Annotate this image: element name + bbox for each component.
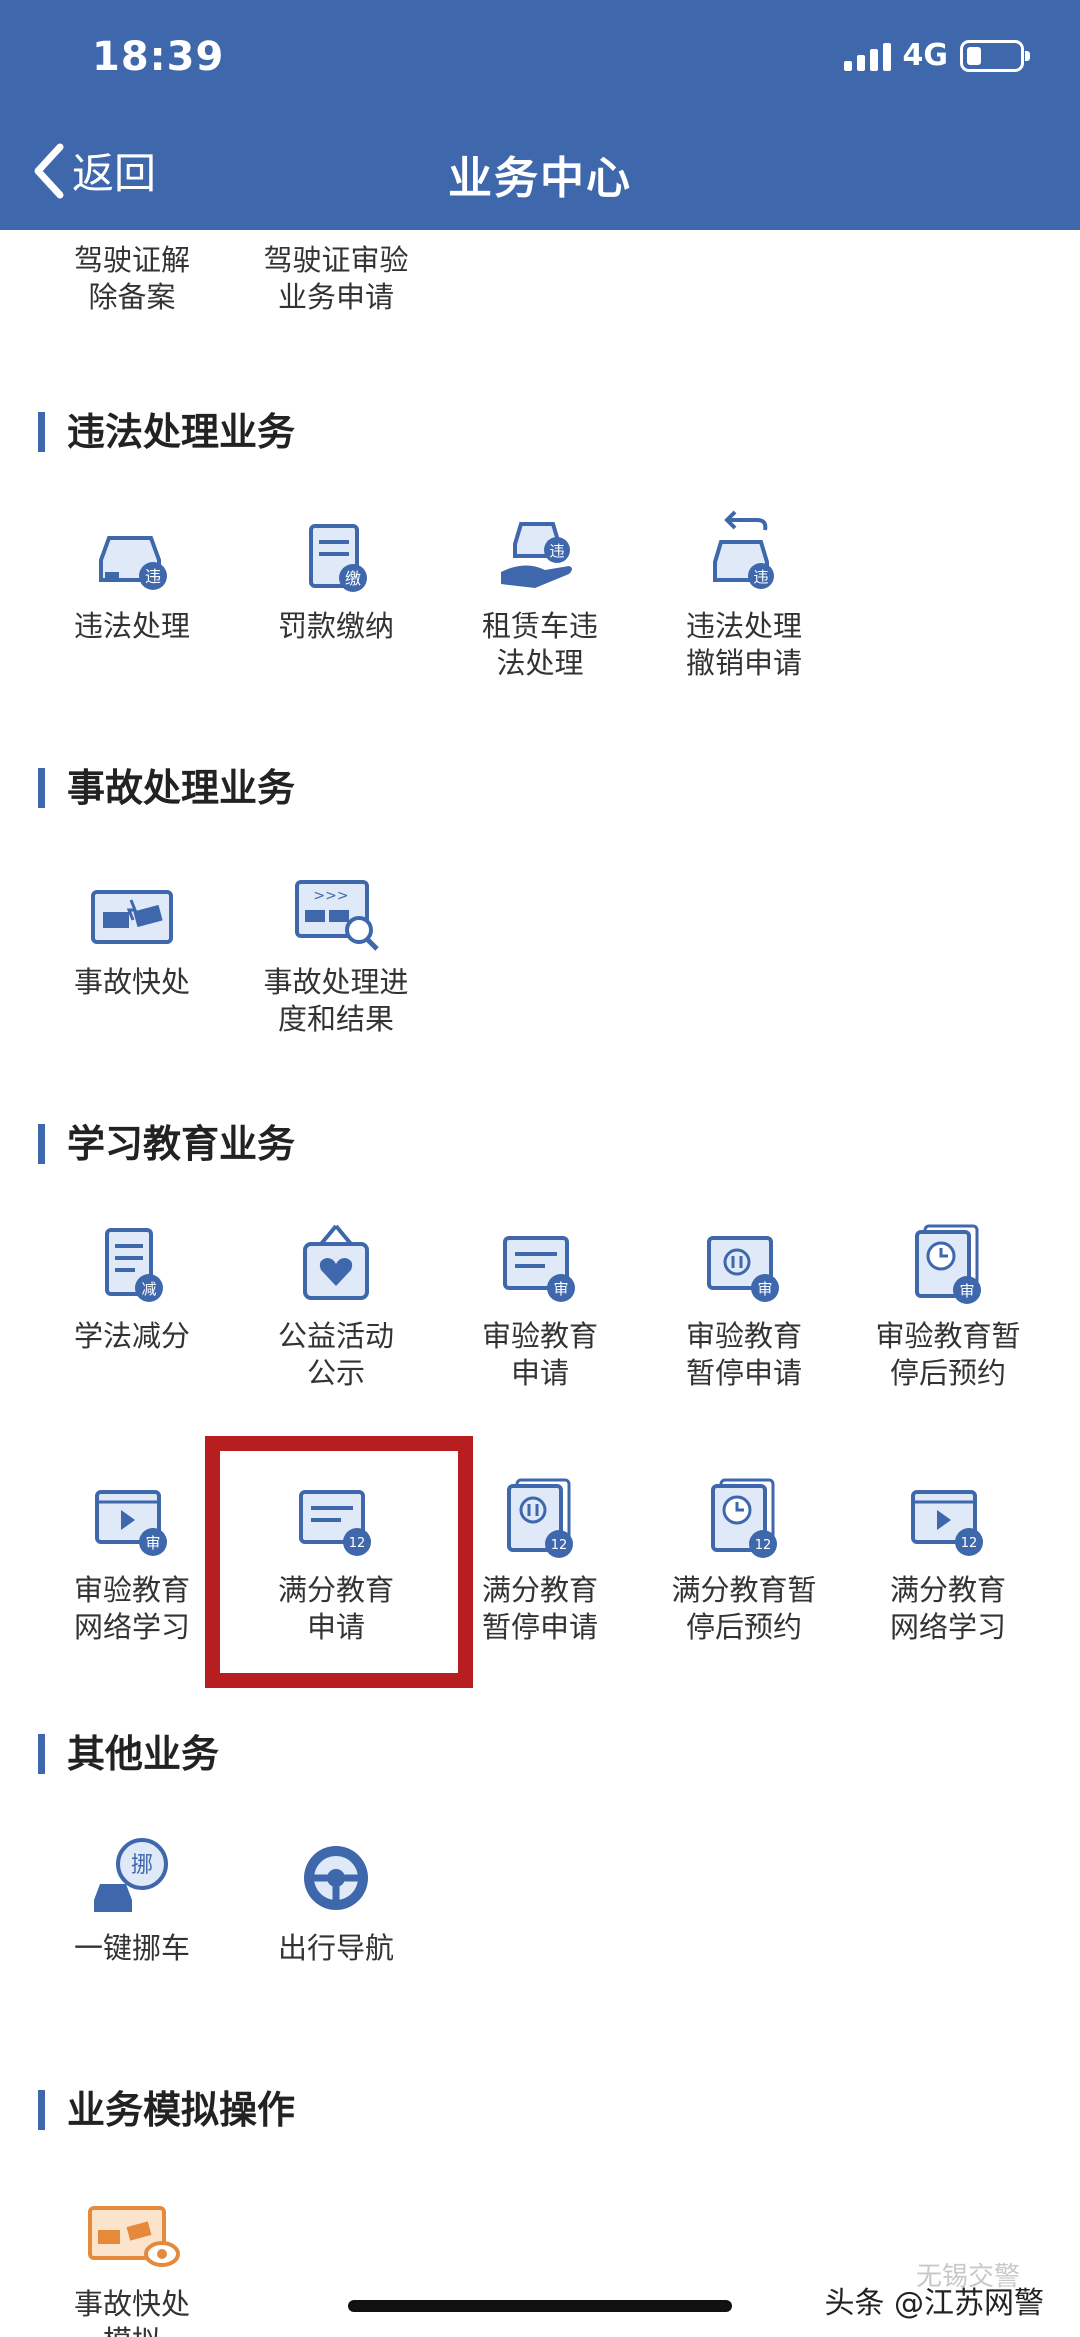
service-item-study-reduce[interactable]: 减 学法减分	[32, 1210, 232, 1355]
service-item-label: 罚款缴纳	[277, 609, 394, 643]
home-indicator[interactable]	[348, 2300, 732, 2312]
car-violation-icon: 违	[32, 500, 232, 596]
service-item-label: 事故快处 模拟	[73, 2287, 190, 2337]
svg-text:12: 12	[755, 1538, 772, 1553]
service-item-license-review[interactable]: 驾驶证审验 业务申请	[236, 242, 436, 316]
service-item-label: 事故快处	[73, 965, 190, 999]
service-item-fine-payment[interactable]: 缴 罚款缴纳	[236, 500, 436, 645]
page-title: 业务中心	[448, 153, 632, 204]
service-item-label: 审验教育 申请	[481, 1319, 598, 1390]
svg-text:减: 减	[141, 1280, 156, 1298]
service-item-label: 事故处理进 度和结果	[263, 965, 409, 1036]
svg-text:违: 违	[549, 542, 564, 560]
battery-icon	[960, 39, 1030, 72]
svg-text:审: 审	[145, 1534, 160, 1552]
review-appointment-icon: 审	[848, 1210, 1048, 1306]
svg-text:12: 12	[551, 1538, 568, 1553]
service-item-label: 违法处理	[73, 609, 190, 643]
service-item-label: 满分教育暂 停后预约	[671, 1573, 817, 1644]
public-welfare-icon	[236, 1210, 436, 1306]
service-item-accident-simulation[interactable]: 事故快处 模拟	[32, 2178, 232, 2337]
service-item-label: 出行导航	[277, 1931, 394, 1965]
svg-text:挪: 挪	[131, 1853, 153, 1878]
move-car-icon: 挪	[32, 1822, 232, 1918]
rental-car-violation-icon: 违	[440, 500, 640, 596]
signal-icon	[843, 41, 891, 71]
section-title-education: 学习教育业务	[38, 1124, 295, 1164]
service-item-accident-progress[interactable]: >>> 事故处理进 度和结果	[236, 856, 436, 1038]
service-item-label: 租赁车违 法处理	[481, 609, 598, 680]
service-item-review-pause[interactable]: 审 审验教育 暂停申请	[644, 1210, 844, 1392]
fine-payment-icon: 缴	[236, 500, 436, 596]
service-item-label: 审验教育 网络学习	[73, 1573, 190, 1644]
service-item-full-score-appointment[interactable]: 12 满分教育暂 停后预约	[644, 1464, 844, 1646]
section-title-simulation: 业务模拟操作	[38, 2090, 295, 2130]
review-education-icon: 审	[440, 1210, 640, 1306]
service-item-label: 满分教育 网络学习	[889, 1573, 1006, 1644]
service-item-full-score-online[interactable]: 12 满分教育 网络学习	[848, 1464, 1048, 1646]
svg-text:>>>: >>>	[313, 888, 348, 904]
navigation-icon	[236, 1822, 436, 1918]
service-item-label: 公益活动 公示	[277, 1319, 394, 1390]
service-item-label: 学法减分	[73, 1319, 190, 1353]
svg-text:审: 审	[757, 1280, 772, 1298]
service-item-violation-revoke[interactable]: 违 违法处理 撤销申请	[644, 500, 844, 682]
service-item-navigation[interactable]: 出行导航	[236, 1822, 436, 1967]
accident-quick-icon	[32, 856, 232, 952]
service-item-label: 一键挪车	[73, 1931, 190, 1965]
watermark: 头条 @江苏网警	[824, 2286, 1044, 2321]
service-item-license-release[interactable]: 驾驶证解 除备案	[32, 242, 232, 316]
service-item-label: 驾驶证审验 业务申请	[263, 243, 409, 314]
service-item-move-car[interactable]: 挪 一键挪车	[32, 1822, 232, 1967]
svg-text:12: 12	[961, 1536, 978, 1551]
svg-text:违: 违	[753, 568, 768, 586]
svg-text:审: 审	[553, 1280, 568, 1298]
section-title-other: 其他业务	[38, 1734, 219, 1774]
full-score-online-icon: 12	[848, 1464, 1048, 1560]
svg-text:违: 违	[145, 567, 161, 586]
review-pause-icon: 审	[644, 1210, 844, 1306]
app-header: 18:39 4G 返回 业务中心	[0, 0, 1080, 230]
accident-progress-icon: >>>	[236, 856, 436, 952]
service-item-public-welfare[interactable]: 公益活动 公示	[236, 1210, 436, 1392]
service-item-review-appointment[interactable]: 审 审验教育暂 停后预约	[848, 1210, 1048, 1392]
violation-revoke-icon: 违	[644, 500, 844, 596]
service-item-violation-handle[interactable]: 违 违法处理	[32, 500, 232, 645]
svg-text:审: 审	[959, 1282, 974, 1300]
service-item-label: 违法处理 撤销申请	[685, 609, 802, 680]
status-bar-right: 4G	[843, 38, 1030, 73]
review-online-icon: 审	[32, 1464, 232, 1560]
service-item-label: 驾驶证解 除备案	[73, 243, 190, 314]
svg-text:缴: 缴	[345, 569, 361, 588]
service-item-label: 审验教育暂 停后预约	[875, 1319, 1021, 1390]
accident-simulation-icon	[32, 2178, 232, 2274]
section-title-violation: 违法处理业务	[38, 412, 295, 452]
highlight-box	[205, 1436, 473, 1688]
full-score-appointment-icon: 12	[644, 1464, 844, 1560]
service-item-rental-violation[interactable]: 违 租赁车违 法处理	[440, 500, 640, 682]
network-type: 4G	[902, 38, 949, 73]
status-time: 18:39	[92, 34, 225, 80]
service-item-label: 审验教育 暂停申请	[685, 1319, 802, 1390]
service-item-review-online[interactable]: 审 审验教育 网络学习	[32, 1464, 232, 1646]
study-reduce-points-icon: 减	[32, 1210, 232, 1306]
service-item-review-education[interactable]: 审 审验教育 申请	[440, 1210, 640, 1392]
section-title-accident: 事故处理业务	[38, 768, 295, 808]
service-item-accident-quick[interactable]: 事故快处	[32, 856, 232, 1001]
